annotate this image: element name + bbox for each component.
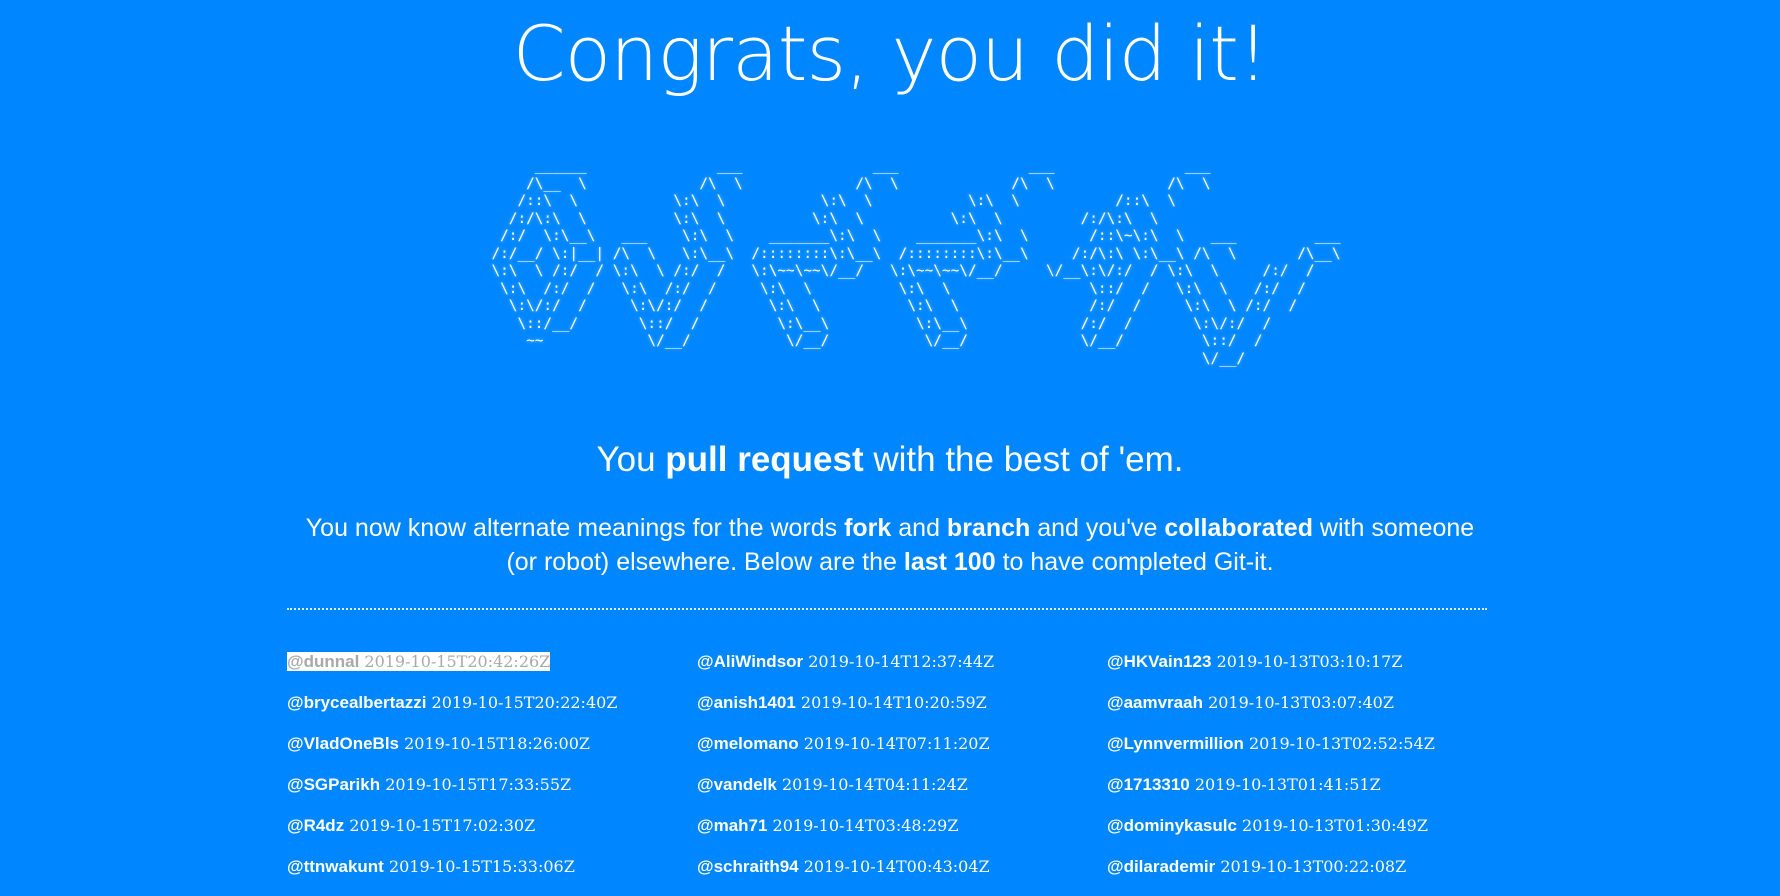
completion-entry: @vandelk 2019-10-14T04:11:24Z bbox=[697, 773, 1097, 814]
completion-entry: @HKVain123 2019-10-13T03:10:17Z bbox=[1107, 650, 1507, 691]
completion-time: 2019-10-15T20:22:40Z bbox=[431, 693, 618, 712]
user-link[interactable]: @schraith94 bbox=[697, 857, 799, 876]
completion-time: 2019-10-14T04:11:24Z bbox=[781, 775, 968, 794]
user-link[interactable]: @1713310 bbox=[1107, 775, 1190, 794]
completion-time: 2019-10-14T00:43:04Z bbox=[803, 857, 990, 876]
completions-column-1: @dunnal 2019-10-15T20:42:26Z @brycealber… bbox=[287, 650, 687, 896]
completion-time: 2019-10-13T00:22:08Z bbox=[1220, 857, 1407, 876]
user-link[interactable]: @Lynnvermillion bbox=[1107, 734, 1244, 753]
completion-time: 2019-10-14T10:20:59Z bbox=[800, 693, 987, 712]
tagline-bold: pull request bbox=[665, 440, 864, 479]
completion-entry: @schraith94 2019-10-14T00:43:04Z bbox=[697, 855, 1097, 896]
completion-time: 2019-10-14T12:37:44Z bbox=[808, 652, 995, 671]
user-link[interactable]: @HKVain123 bbox=[1107, 652, 1211, 671]
completion-entry: @1713310 2019-10-13T01:41:51Z bbox=[1107, 773, 1507, 814]
completion-entry: @dilarademir 2019-10-13T00:22:08Z bbox=[1107, 855, 1507, 896]
completion-time: 2019-10-14T03:48:29Z bbox=[772, 816, 959, 835]
intro-bold-collaborated: collaborated bbox=[1164, 514, 1313, 542]
intro-paragraph: You now know alternate meanings for the … bbox=[290, 511, 1490, 579]
user-link[interactable]: @aamvraah bbox=[1107, 693, 1203, 712]
completions-column-3: @HKVain123 2019-10-13T03:10:17Z @aamvraa… bbox=[1107, 650, 1507, 896]
completion-time: 2019-10-13T03:07:40Z bbox=[1208, 693, 1394, 712]
intro-bold-last-100: last 100 bbox=[903, 548, 996, 576]
user-link[interactable]: @AliWindsor bbox=[697, 652, 803, 671]
tagline-text-end: with the best of 'em. bbox=[863, 440, 1184, 479]
intro-text-1: You now know alternate meanings for the … bbox=[305, 514, 845, 542]
completion-entry: @aamvraah 2019-10-13T03:07:40Z bbox=[1107, 691, 1507, 732]
ascii-art-logo: ______ ___ ___ ___ ___ /\__ \ /\ \ /\ \ … bbox=[0, 158, 1780, 368]
user-link[interactable]: @melomano bbox=[697, 734, 799, 753]
completion-entry: @dominykasulc 2019-10-13T01:30:49Z bbox=[1107, 814, 1507, 855]
completion-entry: @mah71 2019-10-14T03:48:29Z bbox=[697, 814, 1097, 855]
intro-bold-branch: branch bbox=[946, 514, 1031, 542]
user-link[interactable]: @ttnwakunt bbox=[287, 857, 384, 876]
user-link[interactable]: @anish1401 bbox=[697, 693, 796, 712]
completion-entry: @melomano 2019-10-14T07:11:20Z bbox=[697, 732, 1097, 773]
completion-time: 2019-10-15T17:33:55Z bbox=[385, 775, 572, 794]
user-link[interactable]: @vandelk bbox=[697, 775, 777, 794]
completion-entry: @anish1401 2019-10-14T10:20:59Z bbox=[697, 691, 1097, 732]
completion-time: 2019-10-13T02:52:54Z bbox=[1248, 734, 1435, 753]
completion-entry: @VladOneBls 2019-10-15T18:26:00Z bbox=[287, 732, 687, 773]
completion-entry: @AliWindsor 2019-10-14T12:37:44Z bbox=[697, 650, 1097, 691]
completions-column-2: @AliWindsor 2019-10-14T12:37:44Z @anish1… bbox=[697, 650, 1097, 896]
completion-entry: @SGParikh 2019-10-15T17:33:55Z bbox=[287, 773, 687, 814]
completion-entry: @R4dz 2019-10-15T17:02:30Z bbox=[287, 814, 687, 855]
user-link[interactable]: @SGParikh bbox=[287, 775, 380, 794]
intro-bold-fork: fork bbox=[844, 514, 892, 542]
user-link[interactable]: @dominykasulc bbox=[1107, 816, 1237, 835]
user-link[interactable]: @mah71 bbox=[697, 816, 767, 835]
intro-text-5: to have completed Git-it. bbox=[995, 548, 1274, 576]
ascii-art-text: ______ ___ ___ ___ ___ /\__ \ /\ \ /\ \ … bbox=[491, 158, 1341, 367]
completion-time: 2019-10-15T17:02:30Z bbox=[349, 816, 536, 835]
user-link[interactable]: @dunnal bbox=[287, 652, 360, 671]
completion-time: 2019-10-13T01:30:49Z bbox=[1242, 816, 1428, 835]
completion-time: 2019-10-13T03:10:17Z bbox=[1216, 652, 1403, 671]
user-link[interactable]: @dilarademir bbox=[1107, 857, 1215, 876]
tagline: You pull request with the best of 'em. bbox=[0, 436, 1780, 484]
tagline-text-start: You bbox=[596, 440, 666, 479]
user-link[interactable]: @VladOneBls bbox=[287, 734, 399, 753]
dotted-divider bbox=[287, 608, 1487, 610]
completion-time: 2019-10-15T15:33:06Z bbox=[388, 857, 575, 876]
intro-text-2: and bbox=[891, 514, 947, 542]
completion-entry: @Lynnvermillion 2019-10-13T02:52:54Z bbox=[1107, 732, 1507, 773]
intro-text-3: and you've bbox=[1030, 514, 1165, 542]
completion-entry: @brycealbertazzi 2019-10-15T20:22:40Z bbox=[287, 691, 687, 732]
completion-time: 2019-10-15T18:26:00Z bbox=[404, 734, 590, 753]
completion-entry: @dunnal 2019-10-15T20:42:26Z bbox=[287, 650, 551, 691]
user-link[interactable]: @R4dz bbox=[287, 816, 344, 835]
completion-entry: @ttnwakunt 2019-10-15T15:33:06Z bbox=[287, 855, 687, 896]
page-title: Congrats, you did it! bbox=[512, 9, 1269, 98]
completion-time: 2019-10-15T20:42:26Z bbox=[359, 652, 551, 671]
completion-time: 2019-10-14T07:11:20Z bbox=[803, 734, 990, 753]
completion-time: 2019-10-13T01:41:51Z bbox=[1194, 775, 1381, 794]
user-link[interactable]: @brycealbertazzi bbox=[287, 693, 426, 712]
